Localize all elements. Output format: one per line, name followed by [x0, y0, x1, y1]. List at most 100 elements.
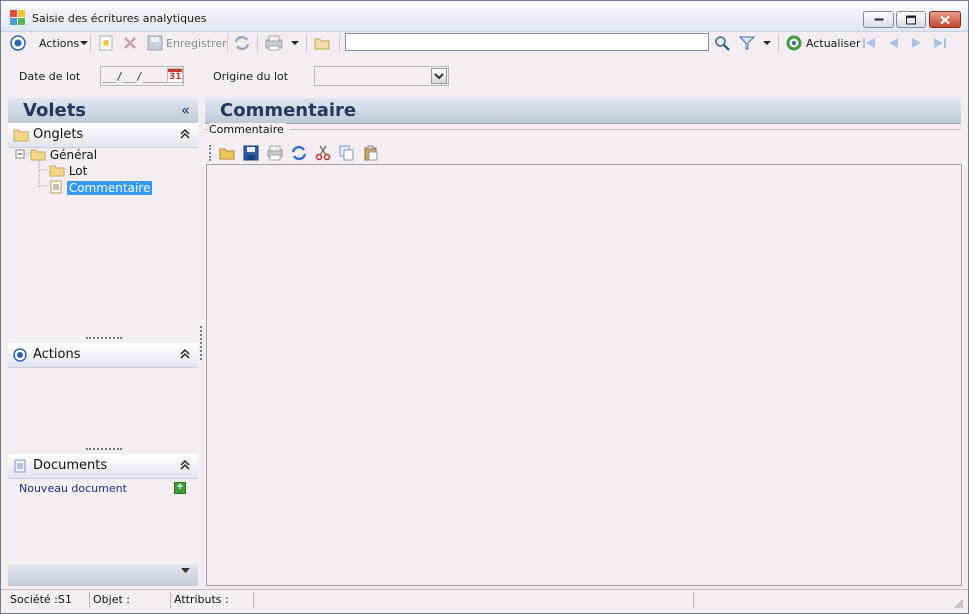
- window-title: Saisie des écritures analytiques: [32, 12, 207, 25]
- collapse-section-icon[interactable]: [180, 459, 190, 471]
- filter-icon: [739, 36, 755, 50]
- date-label: Date de lot: [19, 70, 81, 83]
- paste-icon[interactable]: [363, 145, 379, 161]
- sync-icon: [234, 35, 250, 51]
- document-icon: [14, 459, 26, 473]
- last-icon: [934, 38, 946, 48]
- resize-grip-icon[interactable]: [954, 599, 964, 609]
- chevron-down-icon[interactable]: [181, 568, 190, 574]
- actions-menu-label: Actions: [39, 36, 80, 50]
- dropdown-arrow-icon: [80, 40, 89, 45]
- actions-section-header[interactable]: Actions: [8, 343, 198, 368]
- filter-button[interactable]: [739, 32, 755, 54]
- search-icon: [715, 36, 730, 51]
- app-icon: [10, 10, 26, 26]
- delete-button[interactable]: [122, 32, 138, 54]
- section-resize-grip[interactable]: [86, 337, 122, 342]
- tree-node-label: Général: [49, 148, 98, 162]
- close-button[interactable]: [929, 11, 961, 28]
- collapse-panel-icon[interactable]: «: [181, 101, 190, 119]
- origin-dropdown-button[interactable]: [431, 68, 447, 84]
- panel-bottom-bar[interactable]: [8, 564, 198, 586]
- actions-section-title: Actions: [33, 347, 81, 362]
- section-resize-grip[interactable]: [86, 448, 122, 453]
- dropdown-arrow-icon: [291, 40, 299, 45]
- refresh-button[interactable]: Actualiser: [786, 32, 861, 54]
- printer-icon: [265, 35, 283, 51]
- collapse-section-icon[interactable]: [180, 128, 190, 140]
- refresh-icon[interactable]: [291, 145, 307, 161]
- save-label: Enregistrer: [166, 36, 227, 50]
- calendar-icon[interactable]: 31: [167, 68, 183, 83]
- content-title: Commentaire: [220, 100, 357, 121]
- folder-open-icon: [30, 149, 46, 161]
- print-dropdown-button[interactable]: [291, 32, 299, 54]
- new-button[interactable]: [98, 32, 114, 54]
- last-record-button[interactable]: [932, 32, 948, 54]
- application-window: Saisie des écritures analytiques Actions…: [0, 0, 969, 614]
- volets-header: Volets «: [8, 98, 198, 124]
- sync-button[interactable]: [234, 32, 250, 54]
- toolbar-grip[interactable]: [209, 145, 213, 161]
- actions-menu-icon[interactable]: [10, 32, 26, 54]
- first-icon: [863, 38, 875, 48]
- status-attributes: Attributs :: [171, 592, 254, 608]
- open-icon[interactable]: [219, 145, 235, 161]
- tree-node-label: Lot: [68, 164, 88, 178]
- minimize-button[interactable]: [863, 11, 894, 28]
- documents-section-header[interactable]: Documents: [8, 454, 198, 479]
- collapse-section-icon[interactable]: [180, 348, 190, 360]
- refresh-icon: [786, 35, 802, 51]
- panel-splitter[interactable]: [200, 326, 204, 360]
- tree-node-label: Commentaire: [66, 181, 153, 195]
- side-panel: Volets « Onglets Général Lot Commentaire: [8, 98, 198, 586]
- origin-label: Origine du lot: [213, 70, 289, 83]
- delete-icon: [124, 37, 136, 49]
- actions-icon: [13, 348, 27, 362]
- cut-icon[interactable]: [315, 145, 331, 161]
- folder-icon: [49, 165, 65, 177]
- tabs-section-header[interactable]: Onglets: [8, 123, 198, 148]
- tree-node-lot[interactable]: Lot: [49, 164, 87, 178]
- print-button[interactable]: [265, 32, 283, 54]
- status-bar: Société :S1 Objet : Attributs :: [1, 589, 968, 613]
- title-bar[interactable]: Saisie des écritures analytiques: [1, 1, 968, 32]
- copy-icon[interactable]: [339, 145, 355, 161]
- folder-icon: [13, 129, 29, 142]
- filter-dropdown-button[interactable]: [763, 32, 771, 54]
- search-button[interactable]: [714, 32, 730, 54]
- status-message: [254, 592, 694, 608]
- next-record-button[interactable]: [909, 32, 925, 54]
- tree-node-general[interactable]: Général: [30, 148, 97, 162]
- status-company: Société :S1: [7, 592, 90, 608]
- maximize-button[interactable]: [896, 11, 926, 28]
- dropdown-arrow-icon: [763, 40, 771, 45]
- previous-record-button[interactable]: [885, 32, 901, 54]
- new-document-link[interactable]: Nouveau document: [19, 482, 127, 495]
- add-document-icon[interactable]: +: [174, 482, 186, 494]
- previous-icon: [889, 38, 898, 48]
- tabs-section-title: Onglets: [33, 127, 84, 142]
- save-button[interactable]: Enregistrer: [147, 32, 227, 54]
- search-input[interactable]: [345, 33, 709, 51]
- origin-select[interactable]: [314, 66, 449, 86]
- minimize-icon: [874, 18, 883, 20]
- save-icon: [147, 35, 163, 51]
- refresh-label: Actualiser: [806, 36, 861, 50]
- close-icon: [940, 15, 950, 24]
- printer-icon[interactable]: [267, 145, 283, 161]
- volets-title: Volets: [23, 100, 87, 121]
- save-icon[interactable]: [243, 145, 259, 161]
- next-icon: [912, 38, 921, 48]
- actions-menu-button[interactable]: Actions: [39, 32, 89, 54]
- tree-lines: [15, 149, 49, 187]
- status-object: Objet :: [90, 592, 171, 608]
- content-header: Commentaire: [205, 98, 961, 124]
- chevron-down-icon: [434, 73, 444, 80]
- group-label: Commentaire: [209, 123, 286, 136]
- comment-editor[interactable]: [206, 164, 962, 586]
- first-record-button[interactable]: [861, 32, 877, 54]
- document-icon: [50, 180, 62, 194]
- open-folder-button[interactable]: [314, 32, 330, 54]
- tree-node-commentaire[interactable]: Commentaire: [49, 180, 153, 195]
